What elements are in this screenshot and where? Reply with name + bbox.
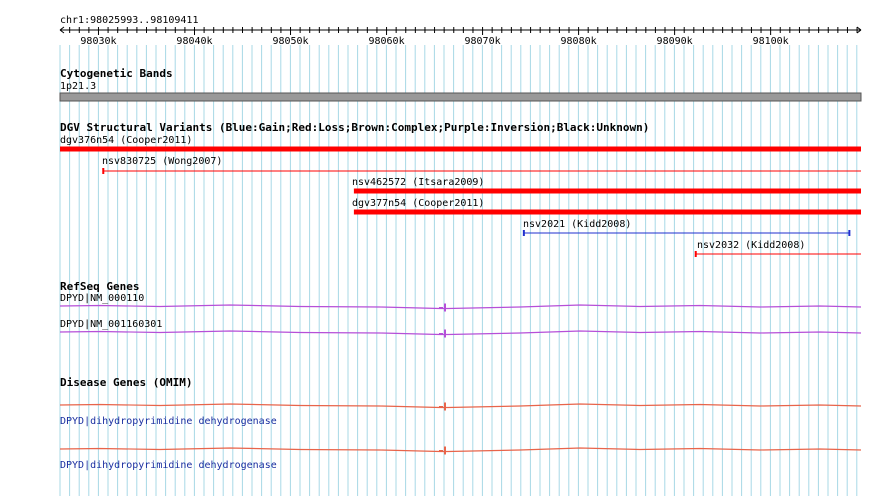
dgv-feature-bar — [353, 188, 861, 194]
omim-gene-exon — [444, 446, 446, 455]
omim-gene-intron-line — [59, 447, 862, 453]
omim-gene-intron-line — [59, 403, 862, 409]
dgv-feature-bar — [60, 146, 861, 152]
refseq-gene-exon — [444, 329, 446, 338]
refseq-gene-exon — [444, 303, 446, 312]
feature-tracks — [59, 92, 862, 455]
refseq-gene-intron-line — [59, 330, 862, 336]
omim-gene-exon — [444, 402, 446, 411]
refseq-gene-intron-line — [59, 304, 862, 310]
cytoband-bar — [59, 92, 862, 102]
dgv-feature-bar — [353, 209, 861, 215]
